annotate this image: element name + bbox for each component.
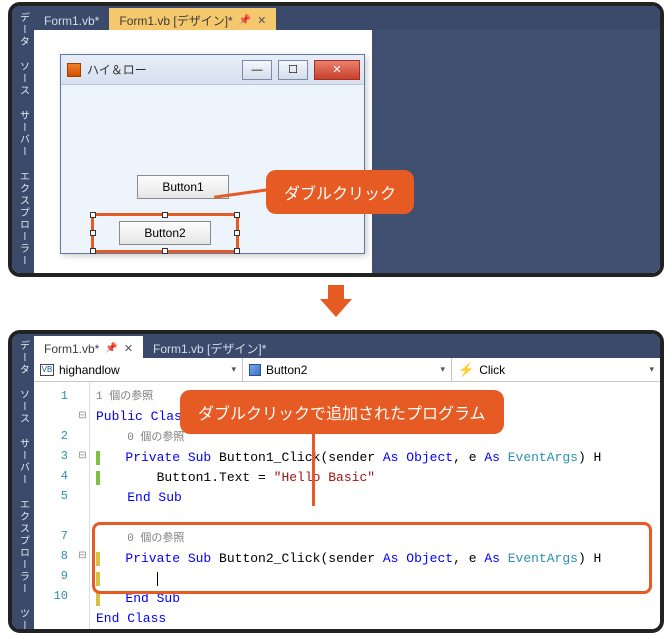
tab-code[interactable]: Form1.vb* 📌 ✕ — [34, 336, 143, 358]
resize-handle[interactable] — [234, 248, 240, 254]
arrow-down-icon — [0, 281, 672, 324]
fold-gutter[interactable]: ⊟ ⊟ ⊟ — [76, 382, 90, 629]
resize-handle[interactable] — [234, 212, 240, 218]
pin-icon[interactable]: 📌 — [239, 15, 251, 26]
pin-icon[interactable]: 📌 — [105, 343, 117, 354]
change-marker — [96, 451, 100, 465]
object-icon — [249, 364, 261, 376]
form-window[interactable]: ハイ＆ロー — ☐ ✕ Button1 Button2 — [60, 54, 365, 254]
codelens-ref[interactable]: 0 個の参照 — [127, 432, 184, 444]
form-title: ハイ＆ロー — [87, 61, 236, 78]
chevron-down-icon: ▾ — [649, 364, 654, 375]
vb-icon: VB — [40, 364, 54, 376]
vertical-toolstrip-top[interactable]: データ ソース サーバー エクスプローラー ツール — [12, 6, 34, 273]
dropdown-label: highandlow — [59, 363, 120, 377]
form-body[interactable]: Button1 Button2 — [61, 85, 364, 253]
resize-handle[interactable] — [234, 230, 240, 236]
designer-background — [372, 30, 660, 273]
highlight-new-sub — [92, 522, 652, 594]
chevron-down-icon: ▾ — [231, 364, 236, 375]
tab-label: Form1.vb* — [44, 14, 99, 28]
project-dropdown[interactable]: VB highandlow ▾ — [34, 358, 243, 381]
chevron-down-icon: ▾ — [440, 364, 445, 375]
callout-connector — [312, 430, 315, 506]
resize-handle[interactable] — [90, 230, 96, 236]
close-button[interactable]: ✕ — [314, 60, 360, 80]
dropdown-label: Button2 — [266, 363, 307, 377]
tab-bar-top: Form1.vb* Form1.vb [デザイン]* 📌 ✕ — [12, 6, 660, 30]
maximize-button[interactable]: ☐ — [278, 60, 308, 80]
callout-doubleclick: ダブルクリック — [266, 170, 414, 214]
vertical-toolstrip-bottom[interactable]: データ ソース サーバー エクスプローラー ツールボ — [12, 334, 34, 629]
resize-handle[interactable] — [162, 212, 168, 218]
tab-label: Form1.vb [デザイン]* — [153, 340, 266, 357]
resize-handle[interactable] — [162, 248, 168, 254]
button2-selection: Button2 — [91, 213, 239, 253]
minimize-button[interactable]: — — [242, 60, 272, 80]
tab-design[interactable]: Form1.vb [デザイン]* 📌 ✕ — [109, 8, 276, 30]
tab-label: Form1.vb* — [44, 342, 99, 356]
designer-surface[interactable]: ハイ＆ロー — ☐ ✕ Button1 Button2 — [34, 30, 660, 273]
form-titlebar[interactable]: ハイ＆ロー — ☐ ✕ — [61, 55, 364, 85]
callout-added-code: ダブルクリックで追加されたプログラム — [180, 390, 504, 434]
form-icon — [67, 63, 81, 77]
lightning-icon: ⚡ — [458, 362, 474, 378]
close-icon[interactable]: ✕ — [124, 342, 133, 355]
close-icon[interactable]: ✕ — [257, 14, 266, 27]
resize-handle[interactable] — [90, 248, 96, 254]
resize-handle[interactable] — [90, 212, 96, 218]
change-marker — [96, 471, 100, 485]
tab-code[interactable]: Form1.vb* — [34, 8, 109, 30]
codelens-ref[interactable]: 1 個の参照 — [96, 391, 153, 403]
object-dropdown[interactable]: Button2 ▾ — [243, 358, 452, 381]
navigation-bar: VB highandlow ▾ Button2 ▾ ⚡ Click ▾ — [34, 358, 660, 382]
button2[interactable]: Button2 — [119, 221, 211, 245]
dropdown-label: Click — [479, 363, 505, 377]
line-number-gutter: 1 2 3 4 5 7 8 9 10 — [34, 382, 76, 629]
tab-bar-bottom: Form1.vb* 📌 ✕ Form1.vb [デザイン]* — [12, 334, 660, 358]
event-dropdown[interactable]: ⚡ Click ▾ — [452, 358, 660, 381]
tab-design[interactable]: Form1.vb [デザイン]* — [143, 336, 276, 358]
tab-label: Form1.vb [デザイン]* — [119, 12, 232, 29]
